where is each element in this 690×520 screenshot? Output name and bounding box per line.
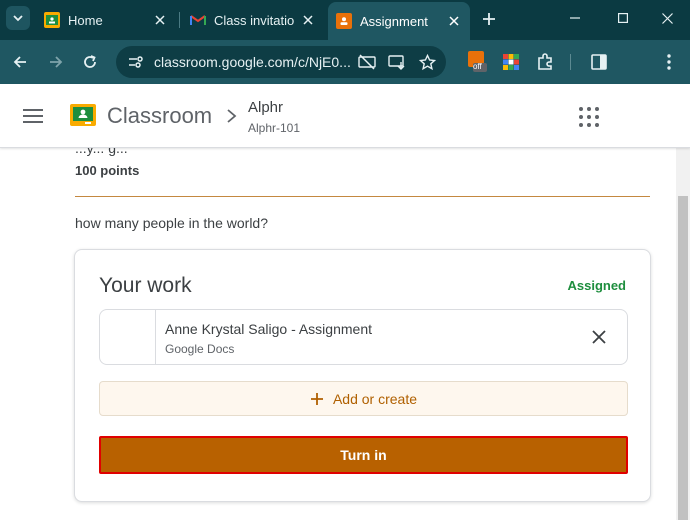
tab-title: Assignment	[360, 13, 428, 29]
arrow-left-icon	[13, 56, 26, 68]
turn-in-label: Turn in	[340, 447, 387, 463]
attachment-thumbnail[interactable]	[100, 310, 156, 364]
remove-attachment-button[interactable]	[587, 325, 611, 349]
site-info-icon[interactable]	[124, 50, 148, 74]
install-app-icon[interactable]	[384, 49, 410, 75]
close-icon[interactable]	[300, 12, 316, 28]
assignment-content: ...y... g... 100 points how many people …	[0, 148, 676, 520]
add-or-create-button[interactable]: Add or create	[99, 381, 628, 416]
side-panel-icon[interactable]	[588, 51, 610, 73]
minimize-button[interactable]	[552, 0, 598, 36]
attachment-type: Google Docs	[165, 342, 235, 356]
close-icon[interactable]	[446, 13, 462, 29]
minimize-icon	[570, 17, 580, 19]
tab-home[interactable]: Home	[36, 4, 176, 36]
extension-off-icon[interactable]: off	[466, 50, 488, 72]
your-work-title: Your work	[99, 274, 192, 297]
close-icon	[661, 12, 673, 24]
class-section: Alphr-101	[248, 121, 301, 135]
truncated-description: ...y... g...	[75, 148, 128, 156]
section-divider	[75, 196, 650, 197]
browser-toolbar: classroom.google.com/c/NjE0... off	[0, 40, 690, 84]
extension-badge: off	[473, 62, 482, 71]
reload-button[interactable]	[76, 48, 104, 76]
assignment-icon	[336, 13, 352, 29]
forward-button[interactable]	[42, 48, 70, 76]
close-icon	[592, 330, 606, 344]
attachment-item[interactable]: Anne Krystal Saligo - Assignment Google …	[99, 309, 628, 365]
turn-in-button[interactable]: Turn in	[99, 436, 628, 474]
reload-icon	[84, 55, 96, 68]
attachment-name[interactable]: Anne Krystal Saligo - Assignment	[165, 321, 372, 337]
gmail-icon	[190, 12, 206, 28]
url-text[interactable]: classroom.google.com/c/NjE0...	[154, 54, 350, 70]
eye-off-icon[interactable]	[354, 49, 380, 75]
tab-title: Home	[68, 12, 103, 28]
plus-icon	[483, 13, 495, 25]
classroom-icon	[44, 12, 60, 28]
plus-icon	[310, 392, 323, 405]
main-menu-button[interactable]	[20, 104, 46, 128]
google-apps-icon[interactable]	[574, 104, 600, 130]
back-button[interactable]	[6, 48, 34, 76]
bookmark-star-icon[interactable]	[414, 49, 440, 75]
toolbar-divider	[570, 54, 571, 70]
more-menu-icon[interactable]	[658, 51, 680, 73]
status-badge: Assigned	[567, 278, 626, 293]
chevron-down-icon	[13, 15, 23, 22]
assignment-question: how many people in the world?	[75, 215, 269, 231]
tab-separator	[179, 12, 180, 28]
assignment-points: 100 points	[75, 163, 140, 178]
tab-class-invitation[interactable]: Class invitation	[182, 4, 324, 36]
arrow-right-icon	[50, 56, 63, 68]
classroom-header: Classroom Alphr Alphr-101	[0, 84, 690, 148]
window-close-button[interactable]	[644, 0, 690, 36]
maximize-button[interactable]	[600, 0, 646, 36]
app-name[interactable]: Classroom	[107, 103, 212, 129]
tab-search-button[interactable]	[6, 6, 30, 30]
maximize-icon	[618, 13, 628, 23]
close-icon[interactable]	[152, 12, 168, 28]
tab-assignment[interactable]: Assignment	[328, 2, 470, 40]
page-scrollbar[interactable]	[676, 148, 690, 520]
extensions-puzzle-icon[interactable]	[534, 51, 556, 73]
colorful-extension-icon[interactable]	[500, 51, 522, 73]
class-name[interactable]: Alphr	[248, 99, 283, 116]
add-or-create-label: Add or create	[332, 390, 418, 407]
classroom-logo-icon[interactable]	[70, 104, 96, 126]
hamburger-icon	[23, 109, 43, 123]
tab-strip: Home Class invitation Assignment	[0, 0, 690, 40]
scrollbar-thumb[interactable]	[678, 196, 688, 520]
address-bar[interactable]: classroom.google.com/c/NjE0...	[116, 46, 446, 78]
new-tab-button[interactable]	[478, 8, 500, 30]
tab-title: Class invitation	[214, 12, 294, 28]
chevron-right-icon	[224, 106, 240, 126]
your-work-card: Your work Assigned Anne Krystal Saligo -…	[74, 249, 651, 502]
